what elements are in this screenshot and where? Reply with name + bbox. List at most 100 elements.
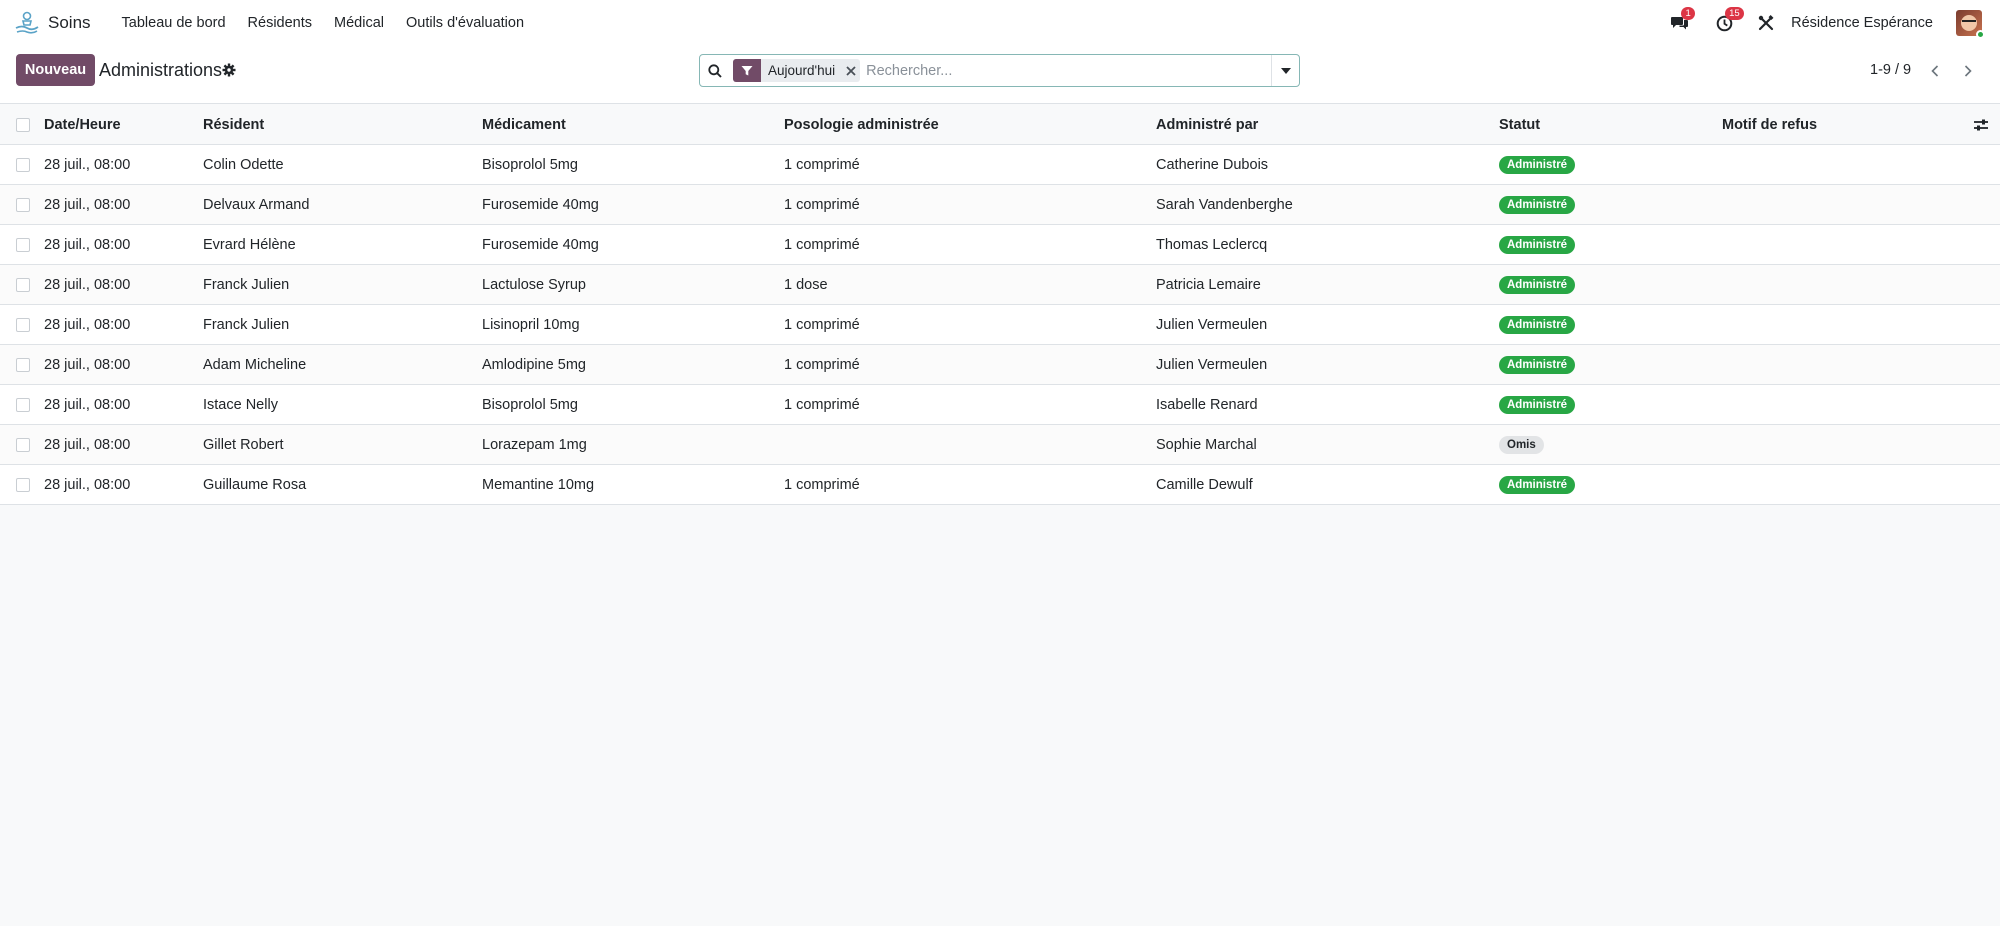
row-checkbox[interactable] [16, 158, 30, 172]
cell-posologie: 1 comprimé [784, 477, 860, 493]
status-badge: Administré [1499, 276, 1576, 294]
table-row[interactable]: 28 juil., 08:00 Franck Julien Lisinopril 1… [0, 305, 2000, 345]
row-checkbox[interactable] [16, 358, 30, 372]
online-status-dot [1976, 30, 1985, 39]
debug-tools-button[interactable] [1755, 12, 1777, 34]
table-row[interactable]: 28 juil., 08:00 Franck Julien Lactulose Sy… [0, 265, 2000, 305]
select-all-checkbox[interactable] [16, 118, 30, 132]
cell-resident: Delvaux Armand [203, 197, 310, 213]
cell-date: 28 juil., 08:00 [44, 357, 131, 373]
control-panel: Nouveau Administrations Aujourd'hui Rech… [0, 46, 2000, 104]
status-badge: Administré [1499, 196, 1576, 214]
column-options-icon[interactable] [1973, 118, 1989, 132]
row-checkbox[interactable] [16, 278, 30, 292]
cell-date: 28 juil., 08:00 [44, 397, 131, 413]
cell-statut: Administré [1499, 185, 1576, 225]
table-row[interactable]: 28 juil., 08:00 Gillet Robert Lorazepam 1m… [0, 425, 2000, 465]
gear-icon[interactable] [222, 63, 236, 77]
cell-resident: Franck Julien [203, 277, 290, 293]
column-header-resident[interactable]: Résident [203, 105, 264, 145]
menu-item-residents[interactable]: Résidents [237, 15, 323, 31]
cell-resident: Guillaume Rosa [203, 477, 307, 493]
cell-statut: Administré [1499, 225, 1576, 265]
tools-icon [1758, 15, 1774, 31]
chevron-right-icon [1964, 65, 1972, 77]
pager-next-button[interactable] [1954, 58, 1982, 84]
status-badge: Administré [1499, 476, 1576, 494]
row-checkbox[interactable] [16, 318, 30, 332]
app-brand[interactable]: Soins [14, 10, 91, 36]
table-row[interactable]: 28 juil., 08:00 Colin Odette Bisoprolol 5m… [0, 145, 2000, 185]
table-row[interactable]: 28 juil., 08:00 Adam Micheline Amlodipine … [0, 345, 2000, 385]
cell-medicament: Lisinopril 10mg [482, 317, 580, 333]
column-header-statut[interactable]: Statut [1499, 105, 1540, 145]
app-logo-icon [15, 11, 39, 34]
menu-item-tableau-de-bord[interactable]: Tableau de bord [111, 15, 237, 31]
column-header-date[interactable]: Date/Heure [44, 105, 121, 145]
pager-previous-button[interactable] [1921, 58, 1949, 84]
table-row[interactable]: 28 juil., 08:00 Guillaume Rosa Memantine 1… [0, 465, 2000, 505]
table-row[interactable]: 28 juil., 08:00 Evrard Hélène Furosemide 4… [0, 225, 2000, 265]
column-header-administre-par[interactable]: Administré par [1156, 105, 1258, 145]
column-header-medicament[interactable]: Médicament [482, 105, 566, 145]
pager-value[interactable]: 1-9 / 9 [1870, 62, 1911, 78]
row-checkbox[interactable] [16, 238, 30, 252]
messages-count-badge: 1 [1681, 7, 1696, 20]
search-button[interactable] [700, 63, 730, 78]
column-header-motif-refus[interactable]: Motif de refus [1722, 105, 1817, 145]
column-header-posologie[interactable]: Posologie administrée [784, 105, 939, 145]
cell-resident: Istace Nelly [203, 397, 278, 413]
filter-icon [733, 59, 761, 82]
cell-medicament: Memantine 10mg [482, 477, 595, 493]
company-switcher[interactable]: Résidence Espérance [1791, 15, 1933, 31]
cell-date: 28 juil., 08:00 [44, 437, 131, 453]
facet-label: Aujourd'hui [768, 63, 836, 78]
status-badge: Administré [1499, 316, 1576, 334]
cell-statut: Administré [1499, 265, 1576, 305]
cell-posologie: 1 comprimé [784, 317, 860, 333]
row-checkbox[interactable] [16, 198, 30, 212]
cell-resident: Evrard Hélène [203, 237, 296, 253]
cell-posologie: 1 comprimé [784, 357, 860, 373]
cell-medicament: Lactulose Syrup [482, 277, 586, 293]
cell-statut: Administré [1499, 345, 1576, 385]
row-checkbox[interactable] [16, 398, 30, 412]
app-name: Soins [48, 13, 91, 32]
status-badge: Administré [1499, 156, 1576, 174]
cell-date: 28 juil., 08:00 [44, 277, 131, 293]
activities-button[interactable]: 15 [1713, 7, 1744, 34]
cell-resident: Gillet Robert [203, 437, 284, 453]
cell-statut: Administré [1499, 145, 1576, 185]
new-button[interactable]: Nouveau [16, 54, 95, 86]
row-checkbox[interactable] [16, 438, 30, 452]
user-avatar[interactable] [1956, 10, 1985, 39]
cell-administre-par: Sarah Vandenberghe [1156, 197, 1293, 213]
cell-statut: Administré [1499, 465, 1576, 505]
search-panel-toggle[interactable] [1271, 55, 1299, 86]
table-header-row: Date/Heure Résident Médicament Posologie… [0, 105, 2000, 145]
activities-count-badge: 15 [1725, 7, 1744, 20]
status-badge: Administré [1499, 356, 1576, 374]
table-row[interactable]: 28 juil., 08:00 Istace Nelly Bisoprolol 5m… [0, 385, 2000, 425]
facet-remove-button[interactable] [842, 59, 860, 82]
close-icon [846, 65, 856, 76]
administrations-table: Date/Heure Résident Médicament Posologie… [0, 105, 2000, 505]
search-input[interactable] [866, 62, 1262, 79]
menu-item-outils-evaluation[interactable]: Outils d'évaluation [395, 15, 535, 31]
cell-administre-par: Camille Dewulf [1156, 477, 1253, 493]
menu-item-medical[interactable]: Médical [323, 15, 395, 31]
cell-posologie: 1 comprimé [784, 397, 860, 413]
cell-posologie: 1 comprimé [784, 157, 860, 173]
cell-statut: Omis [1499, 425, 1544, 465]
cell-statut: Administré [1499, 385, 1576, 425]
cell-resident: Franck Julien [203, 317, 290, 333]
cell-administre-par: Julien Vermeulen [1156, 317, 1268, 333]
cell-posologie: 1 dose [784, 277, 828, 293]
cell-medicament: Furosemide 40mg [482, 237, 599, 253]
cell-date: 28 juil., 08:00 [44, 237, 131, 253]
messages-button[interactable]: 1 [1669, 7, 1696, 34]
status-badge: Administré [1499, 236, 1576, 254]
cell-posologie: 1 comprimé [784, 237, 860, 253]
row-checkbox[interactable] [16, 478, 30, 492]
table-row[interactable]: 28 juil., 08:00 Delvaux Armand Furosemide … [0, 185, 2000, 225]
